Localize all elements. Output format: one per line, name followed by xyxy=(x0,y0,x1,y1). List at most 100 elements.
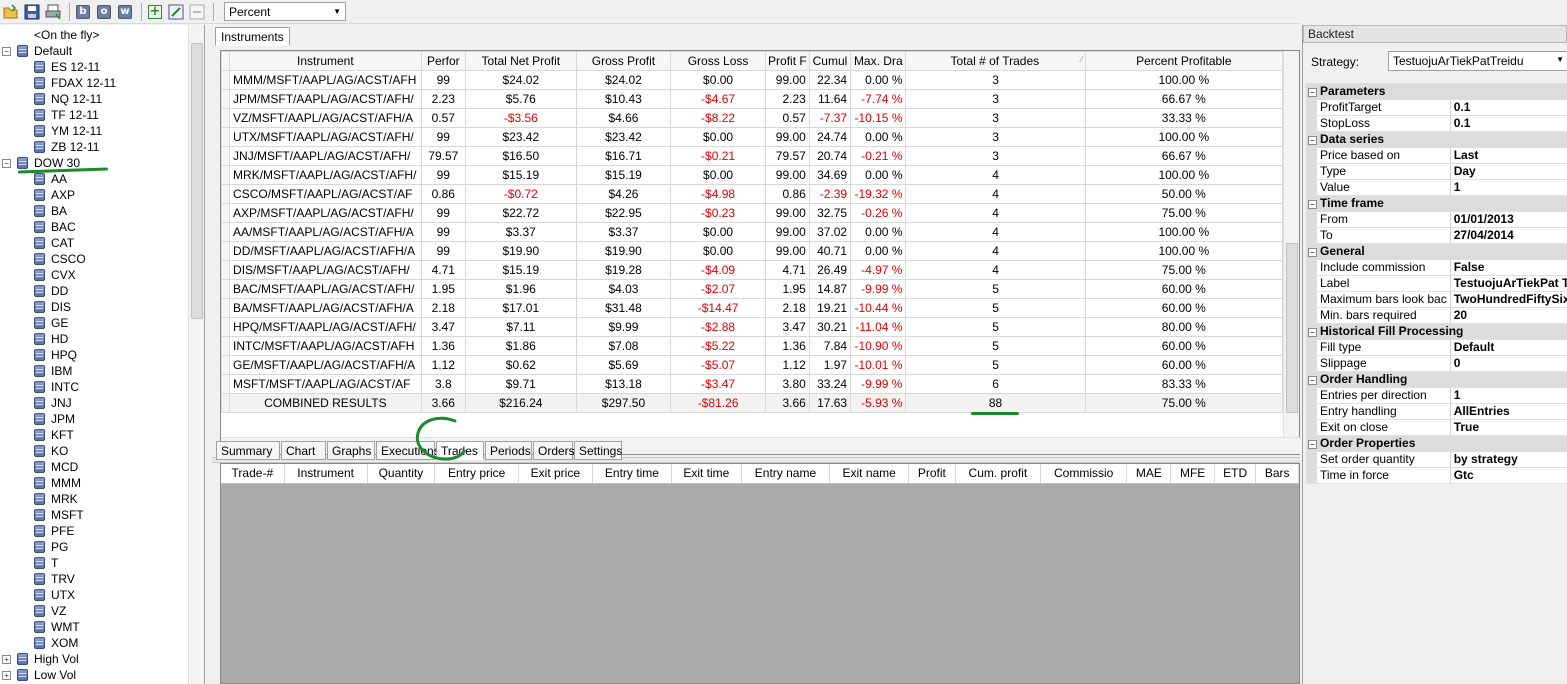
trades-column-header[interactable]: Trade-# xyxy=(221,464,285,484)
tree-item-jnj[interactable]: JNJ xyxy=(34,395,72,411)
property-value[interactable]: 0 xyxy=(1450,355,1567,372)
tree-item-wmt[interactable]: WMT xyxy=(34,619,80,635)
column-header-9[interactable]: Percent Profitable xyxy=(1084,51,1284,71)
trades-column-header[interactable]: Exit name xyxy=(829,464,909,484)
table-row[interactable]: CSCO/MSFT/AAPL/AG/ACST/AF 0.86 -$0.72 $4.26… xyxy=(220,184,1284,204)
property-row[interactable]: Maximum bars look bac TwoHundredFiftySix xyxy=(1306,291,1567,308)
table-row[interactable]: INTC/MSFT/AAPL/AG/ACST/AFH 1.36 $1.86 $7.08… xyxy=(220,336,1284,356)
trades-column-header[interactable]: Quantity xyxy=(367,464,436,484)
trades-column-header[interactable]: Profit xyxy=(908,464,956,484)
table-row[interactable]: HPQ/MSFT/AAPL/AG/ACST/AFH/3.47 $7.11 $9.99… xyxy=(220,317,1284,337)
property-row[interactable]: Price based on Last xyxy=(1306,147,1567,164)
property-value[interactable]: Day xyxy=(1450,163,1567,180)
property-row[interactable]: Exit on close True xyxy=(1306,419,1567,436)
table-row[interactable]: AXP/MSFT/AAPL/AG/ACST/AFH/99 $22.72 $22.95… xyxy=(220,203,1284,223)
tree-item-cvx[interactable]: CVX xyxy=(34,267,76,283)
add-icon[interactable]: + xyxy=(146,3,164,21)
tree-item-intc[interactable]: INTC xyxy=(34,379,79,395)
tree-item-csco[interactable]: CSCO xyxy=(34,251,86,267)
table-row[interactable]: JPM/MSFT/AAPL/AG/ACST/AFH/2.23 $5.76 $10.4… xyxy=(220,89,1284,109)
property-row[interactable]: StopLoss 0.1 xyxy=(1306,115,1567,132)
open-icon[interactable] xyxy=(2,3,20,21)
grid-scrollbar-thumb[interactable] xyxy=(1286,243,1298,413)
property-value[interactable]: Default xyxy=(1450,339,1567,356)
property-row[interactable]: LabelTestuojuArTiekPat Treidu xyxy=(1306,275,1567,292)
tab-orders[interactable]: Orders xyxy=(533,441,575,460)
category-order-properties[interactable]: − Order Properties xyxy=(1306,435,1567,452)
column-header-1[interactable]: Perfor xyxy=(420,51,466,71)
property-value[interactable]: AllEntries xyxy=(1450,403,1567,420)
category-parameters[interactable]: − Parameters xyxy=(1306,83,1567,100)
trades-column-header[interactable]: Instrument xyxy=(284,464,368,484)
property-row[interactable]: Min. bars required 20 xyxy=(1306,307,1567,324)
tree-item-mcd[interactable]: MCD xyxy=(34,459,78,475)
tree-item-ko[interactable]: KO xyxy=(34,443,68,459)
collapse-icon[interactable]: − xyxy=(1306,435,1317,452)
trades-column-header[interactable]: Bars xyxy=(1255,464,1299,484)
remove-icon[interactable] xyxy=(188,3,206,21)
collapse-icon[interactable]: − xyxy=(1306,195,1317,212)
property-value[interactable]: TwoHundredFiftySix xyxy=(1450,291,1567,308)
property-row[interactable]: Time in force Gtc xyxy=(1306,467,1567,484)
property-value[interactable]: 1 xyxy=(1450,387,1567,404)
tree-item-ym-12-11[interactable]: YM 12-11 xyxy=(34,123,102,139)
property-row[interactable]: ProfitTarget 0.1 xyxy=(1306,99,1567,116)
category-time-frame[interactable]: − Time frame xyxy=(1306,195,1567,212)
property-value[interactable]: 1 xyxy=(1450,179,1567,196)
tab-graphs[interactable]: Graphs xyxy=(327,441,375,460)
b-icon[interactable]: b xyxy=(74,3,92,21)
tree-item-dow-30[interactable]: − DOW 30 xyxy=(2,155,80,171)
tree-item-on-the-fly[interactable]: <On the fly> xyxy=(34,27,99,43)
collapse-icon[interactable]: − xyxy=(2,158,11,168)
table-row[interactable]: BAC/MSFT/AAPL/AG/ACST/AFH/1.95 $1.96 $4.03… xyxy=(220,279,1284,299)
property-value[interactable]: 0.1 xyxy=(1450,115,1567,132)
property-row[interactable]: Type Day xyxy=(1306,163,1567,180)
tree-item-kft[interactable]: KFT xyxy=(34,427,74,443)
tree-item-zb-12-11[interactable]: ZB 12-11 xyxy=(34,139,99,155)
trades-column-header[interactable]: Cum. profit xyxy=(955,464,1042,484)
category-general[interactable]: − General xyxy=(1306,243,1567,260)
tree-item-low-vol[interactable]: + Low Vol xyxy=(2,667,76,683)
property-row[interactable]: To 27/04/2014 xyxy=(1306,227,1567,244)
tree-item-fdax-12-11[interactable]: FDAX 12-11 xyxy=(34,75,116,91)
table-row[interactable]: GE/MSFT/AAPL/AG/ACST/AFH/A 1.12 $0.62 $5.69… xyxy=(220,355,1284,375)
tree-item-msft[interactable]: MSFT xyxy=(34,507,84,523)
tree-item-hd[interactable]: HD xyxy=(34,331,68,347)
trades-column-header[interactable]: Entry time xyxy=(592,464,673,484)
save-icon[interactable] xyxy=(23,3,41,21)
tree-item-default[interactable]: − Default xyxy=(2,43,72,59)
o-icon[interactable]: o xyxy=(95,3,113,21)
category-order-handling[interactable]: − Order Handling xyxy=(1306,371,1567,388)
collapse-icon[interactable]: − xyxy=(1306,371,1317,388)
table-row[interactable]: BA/MSFT/AAPL/AG/ACST/AFH/A 2.18 $17.01 $31.… xyxy=(220,298,1284,318)
table-row[interactable]: DIS/MSFT/AAPL/AG/ACST/AFH/4.71 $15.19 $19.… xyxy=(220,260,1284,280)
collapse-icon[interactable]: − xyxy=(1306,243,1317,260)
property-row[interactable]: Set order quantity by strategy xyxy=(1306,451,1567,468)
expand-icon[interactable]: + xyxy=(2,654,11,664)
combined-results-row[interactable]: COMBINED RESULTS 3.66 $216.24 $297.50 -$81.2… xyxy=(220,393,1284,413)
table-row[interactable]: MRK/MSFT/AAPL/AG/ACST/AFH/99 $15.19 $15.19… xyxy=(220,165,1284,185)
tree-scrollbar[interactable] xyxy=(188,25,204,684)
trades-column-header[interactable]: MFE xyxy=(1170,464,1215,484)
tree-item-utx[interactable]: UTX xyxy=(34,587,75,603)
tree-item-ibm[interactable]: IBM xyxy=(34,363,72,379)
tab-instruments[interactable]: Instruments xyxy=(215,27,290,46)
tree-item-vz[interactable]: VZ xyxy=(34,603,66,619)
table-row[interactable]: VZ/MSFT/AAPL/AG/ACST/AFH/A 0.57 -$3.56 $4.6… xyxy=(220,108,1284,128)
trades-column-header[interactable]: Exit price xyxy=(518,464,593,484)
property-value[interactable]: 0.1 xyxy=(1450,99,1567,116)
column-header-0[interactable]: Instrument xyxy=(229,51,422,71)
table-row[interactable]: AA/MSFT/AAPL/AG/ACST/AFH/A 99 $3.37 $3.37 $0… xyxy=(220,222,1284,242)
table-row[interactable]: DD/MSFT/AAPL/AG/ACST/AFH/A 99 $19.90 $19.90… xyxy=(220,241,1284,261)
property-row[interactable]: Include commission False xyxy=(1306,259,1567,276)
column-header-5[interactable]: Profit F xyxy=(764,51,810,71)
tree-item-es-12-11[interactable]: ES 12-11 xyxy=(34,59,100,75)
tree-item-ba[interactable]: BA xyxy=(34,203,67,219)
tab-settings[interactable]: Settings xyxy=(574,441,622,460)
tab-periods[interactable]: Periods xyxy=(485,441,532,460)
tree-item-t[interactable]: T xyxy=(34,555,58,571)
collapse-icon[interactable]: − xyxy=(2,46,11,56)
column-header-6[interactable]: Cumul xyxy=(808,51,852,71)
property-row[interactable]: Value 1 xyxy=(1306,179,1567,196)
property-value[interactable]: TestuojuArTiekPat Treidu xyxy=(1450,275,1567,292)
